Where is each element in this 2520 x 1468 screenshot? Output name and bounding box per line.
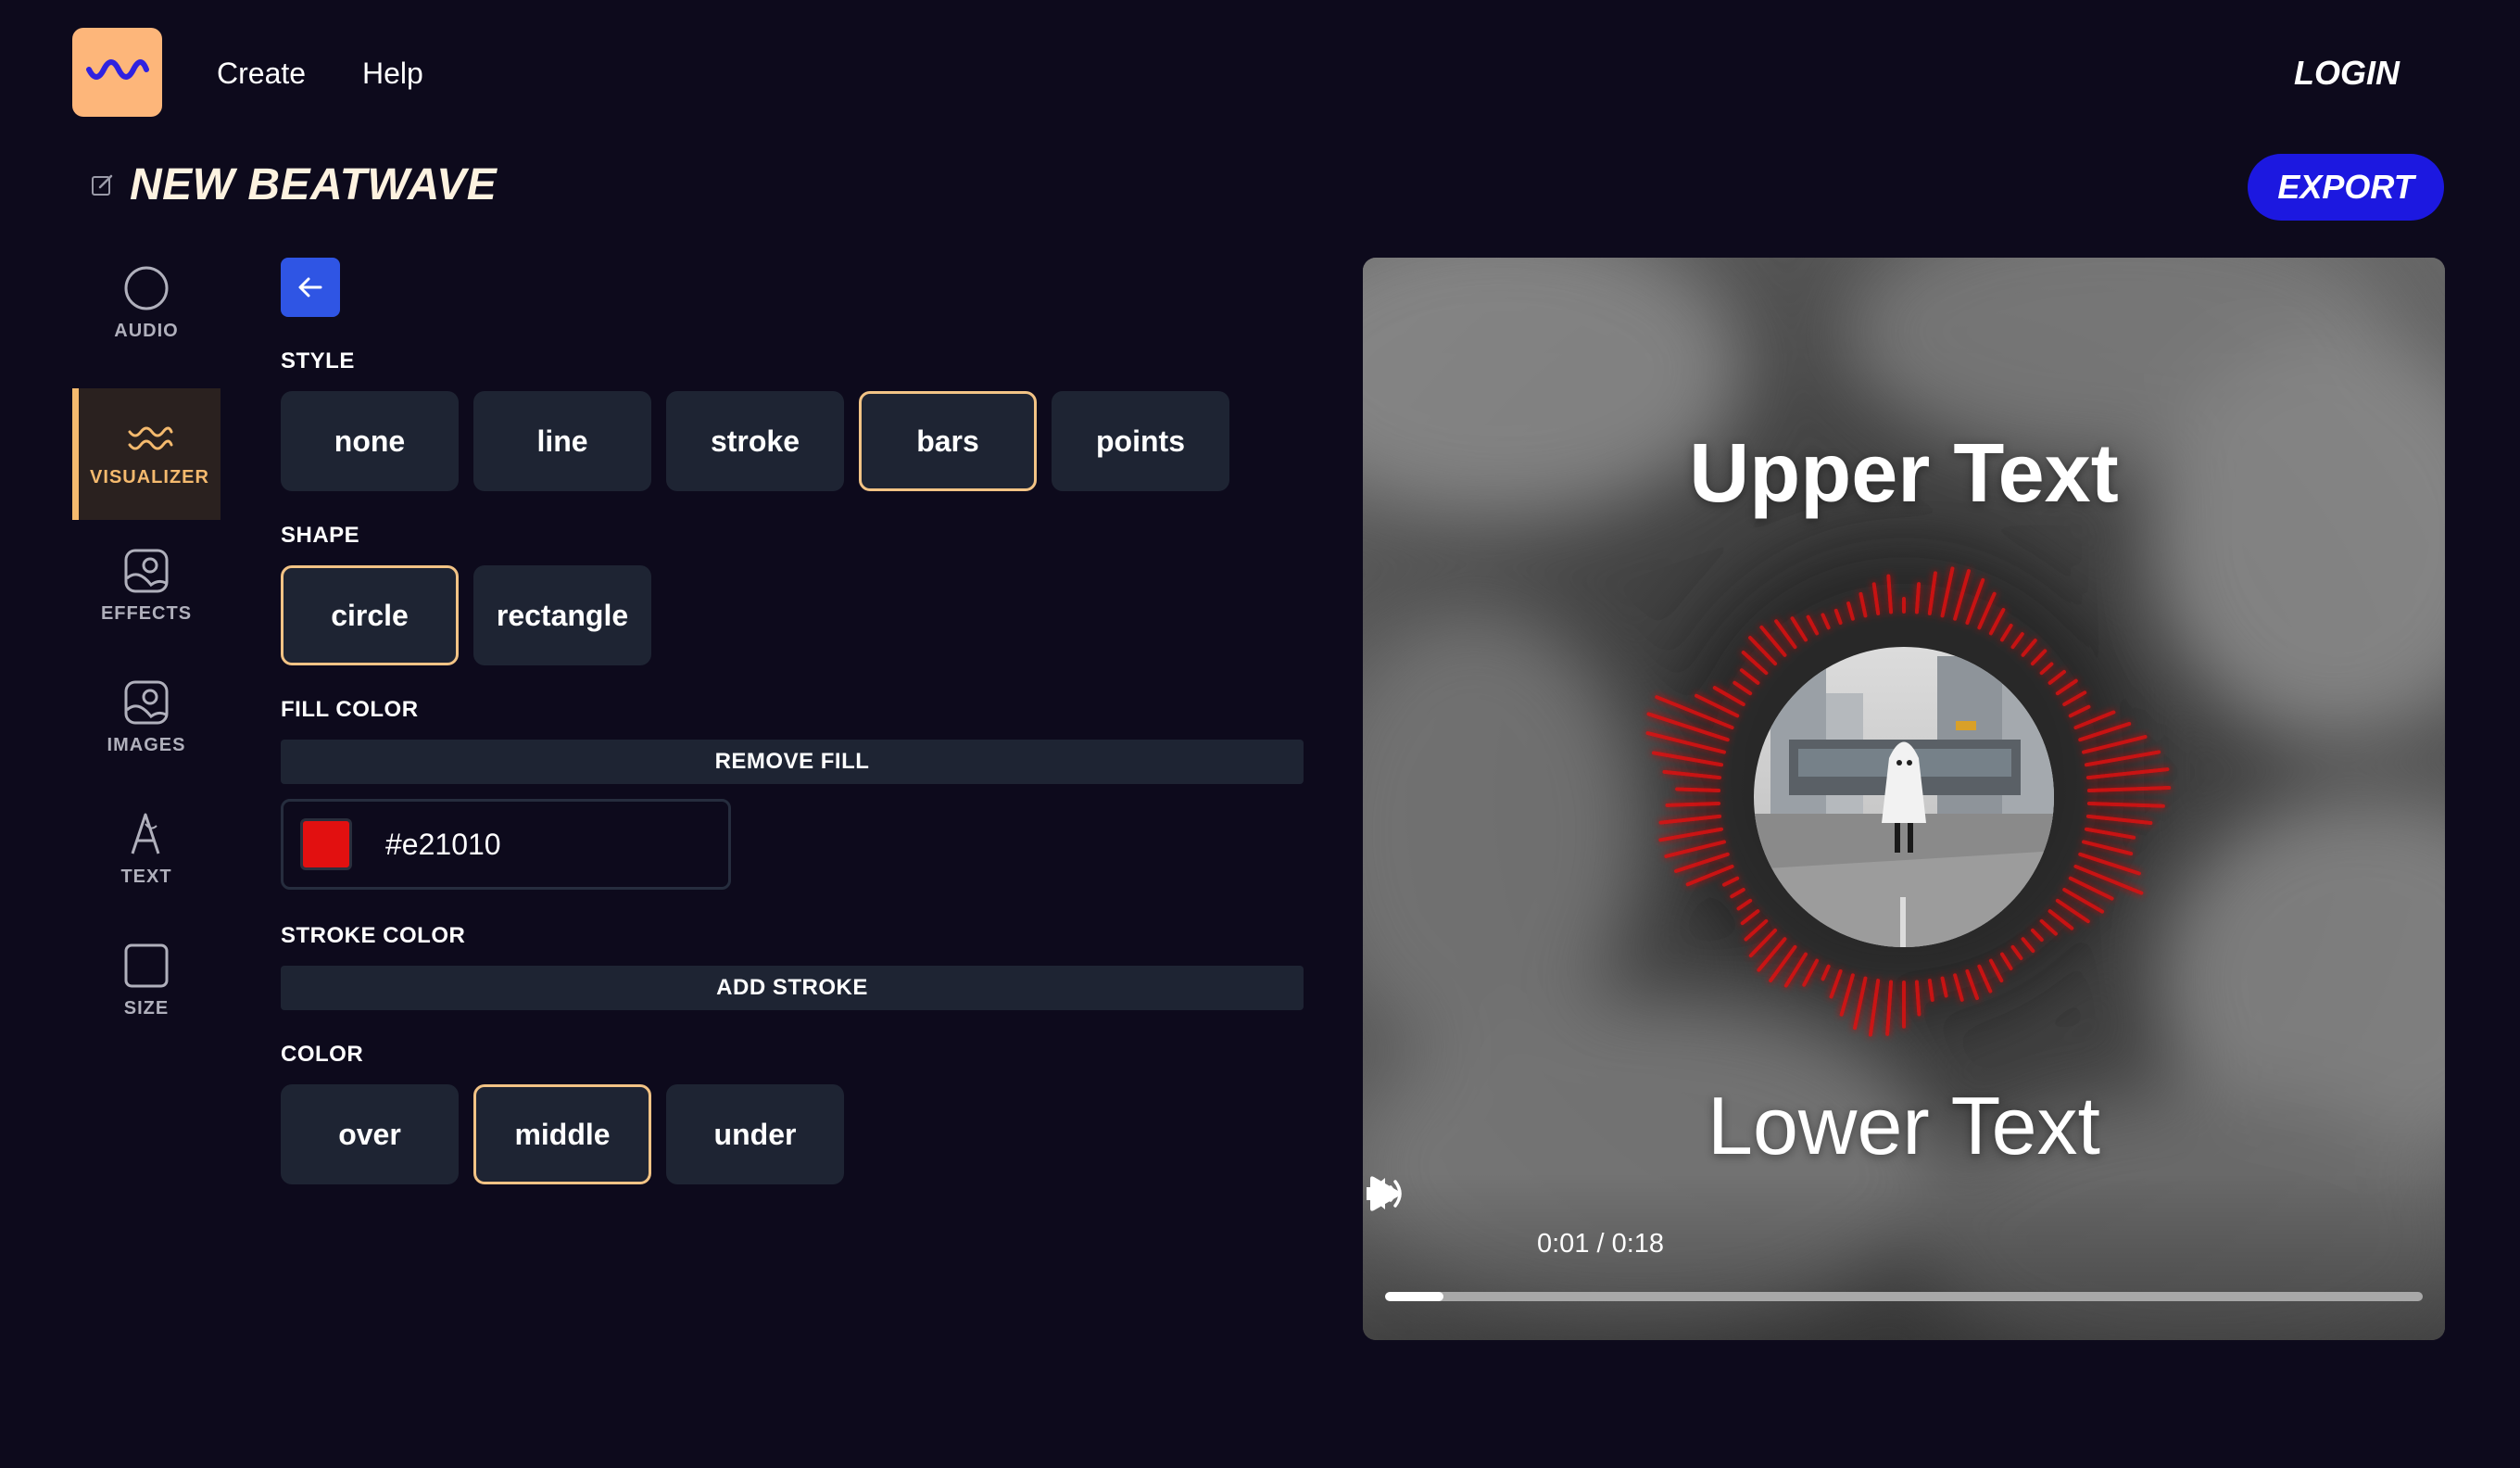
visualizer-bar bbox=[1914, 980, 1922, 1017]
style-option-points[interactable]: points bbox=[1052, 391, 1229, 491]
wave-icon bbox=[128, 426, 172, 449]
color-swatch[interactable] bbox=[300, 818, 352, 870]
wave-icon bbox=[85, 59, 149, 80]
media-player: 0:01 / 0:18 bbox=[1363, 1173, 2445, 1340]
sidebar-item-size[interactable]: SIZE bbox=[72, 915, 220, 1046]
arrow-left-icon bbox=[298, 277, 322, 297]
add-stroke-button[interactable]: ADD STROKE bbox=[281, 966, 1304, 1010]
progress-bar[interactable] bbox=[1385, 1292, 2423, 1301]
style-option-stroke[interactable]: stroke bbox=[666, 391, 844, 491]
sidebar-item-label: TEXT bbox=[120, 866, 172, 887]
sidebar-item-audio[interactable]: AUDIO bbox=[72, 237, 220, 369]
color-option-middle[interactable]: middle bbox=[473, 1084, 651, 1184]
image-icon bbox=[124, 549, 169, 592]
color-option-over[interactable]: over bbox=[281, 1084, 459, 1184]
sidebar-item-images[interactable]: IMAGES bbox=[72, 652, 220, 783]
fill-color-field[interactable]: #e21010 bbox=[281, 799, 731, 890]
volume-icon[interactable] bbox=[1363, 1173, 1405, 1214]
color-option-under[interactable]: under bbox=[666, 1084, 844, 1184]
visualizer-bar bbox=[1914, 582, 1922, 614]
sidebar-item-label: IMAGES bbox=[107, 734, 186, 755]
fill-color-section-label: FILL COLOR bbox=[281, 697, 419, 722]
shape-option-circle[interactable]: circle bbox=[281, 565, 459, 665]
project-title: NEW BEATWAVE bbox=[91, 159, 497, 210]
image-icon bbox=[124, 680, 169, 724]
nav-create-link[interactable]: Create bbox=[217, 56, 306, 91]
remove-fill-button[interactable]: REMOVE FILL bbox=[281, 740, 1304, 784]
circle-icon bbox=[124, 266, 169, 310]
app-logo[interactable] bbox=[72, 28, 162, 117]
sidebar-item-label: EFFECTS bbox=[100, 602, 193, 624]
visualizer-bar bbox=[1665, 801, 1721, 807]
sidebar-item-label: SIZE bbox=[123, 997, 170, 1019]
visualizer-bar bbox=[1886, 574, 1894, 614]
shape-section-label: SHAPE bbox=[281, 523, 360, 548]
sidebar-item-label: AUDIO bbox=[114, 320, 179, 341]
nav-help-link[interactable]: Help bbox=[362, 56, 423, 91]
visualizer-bar bbox=[1675, 787, 1721, 793]
sidebar-item-visualizer[interactable]: VISUALIZER bbox=[72, 388, 220, 520]
square-icon bbox=[124, 943, 169, 987]
sidebar-item-label: VISUALIZER bbox=[90, 466, 209, 487]
progress-fill bbox=[1385, 1292, 1443, 1301]
login-button[interactable]: LOGIN bbox=[2294, 54, 2400, 93]
project-title-text[interactable]: NEW BEATWAVE bbox=[130, 159, 497, 210]
preview-upper-text[interactable]: Upper Text bbox=[1363, 426, 2445, 522]
visualizer-bar bbox=[2086, 801, 2165, 808]
export-button[interactable]: EXPORT bbox=[2248, 154, 2444, 221]
font-icon bbox=[131, 813, 160, 854]
style-option-line[interactable]: line bbox=[473, 391, 651, 491]
back-button[interactable] bbox=[281, 258, 340, 317]
style-option-bars[interactable]: bars bbox=[859, 391, 1037, 491]
preview-lower-text[interactable]: Lower Text bbox=[1363, 1079, 2445, 1173]
color-section-label: COLOR bbox=[281, 1042, 364, 1067]
fill-color-hex[interactable]: #e21010 bbox=[385, 828, 501, 862]
stroke-color-section-label: STROKE COLOR bbox=[281, 923, 466, 948]
style-section-label: STYLE bbox=[281, 348, 355, 373]
style-option-none[interactable]: none bbox=[281, 391, 459, 491]
playback-time: 0:01 / 0:18 bbox=[1537, 1229, 1665, 1259]
sidebar-item-effects[interactable]: EFFECTS bbox=[72, 520, 220, 652]
sidebar-item-text[interactable]: TEXT bbox=[72, 783, 220, 915]
shape-option-rectangle[interactable]: rectangle bbox=[473, 565, 651, 665]
preview-canvas[interactable]: Upper Text Lower Text 0:01 / 0:18 bbox=[1363, 258, 2445, 1340]
edit-icon[interactable] bbox=[91, 173, 115, 197]
